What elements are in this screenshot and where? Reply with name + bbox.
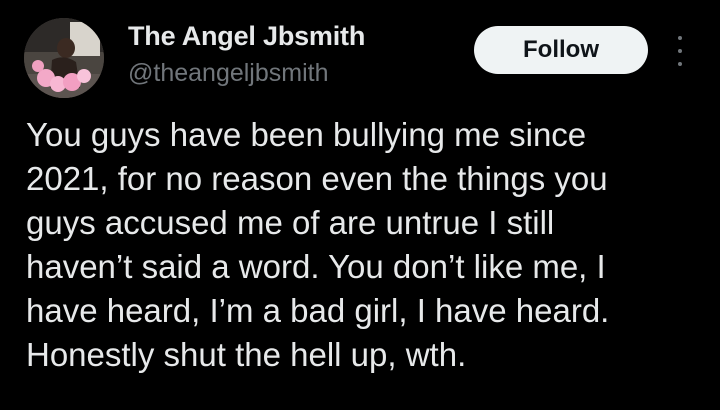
tweet-text: You guys have been bullying me since 202… [26, 113, 706, 377]
tweet-text-line: 2021, for no reason even the things you [26, 160, 608, 197]
tweet-text-line: haven’t said a word. You don’t like me, … [26, 248, 606, 285]
tweet-text-line: You guys have been bullying me since [26, 116, 587, 153]
author-handle[interactable]: @theangeljbsmith [128, 59, 329, 88]
tweet-card: The Angel Jbsmith @theangeljbsmith Follo… [0, 0, 720, 410]
follow-button[interactable]: Follow [474, 26, 648, 74]
more-dot [678, 49, 682, 53]
more-dot [678, 36, 682, 40]
author-display-name[interactable]: The Angel Jbsmith [128, 21, 365, 52]
tweet-text-line: Honestly shut the hell up, wth. [26, 336, 467, 373]
more-options-icon[interactable] [668, 36, 692, 66]
profile-photo-icon [24, 18, 104, 98]
more-dot [678, 62, 682, 66]
avatar[interactable] [24, 18, 104, 98]
tweet-text-line: have heard, I’m a bad girl, I have heard… [26, 292, 610, 329]
tweet-text-line: guys accused me of are untrue I still [26, 204, 555, 241]
